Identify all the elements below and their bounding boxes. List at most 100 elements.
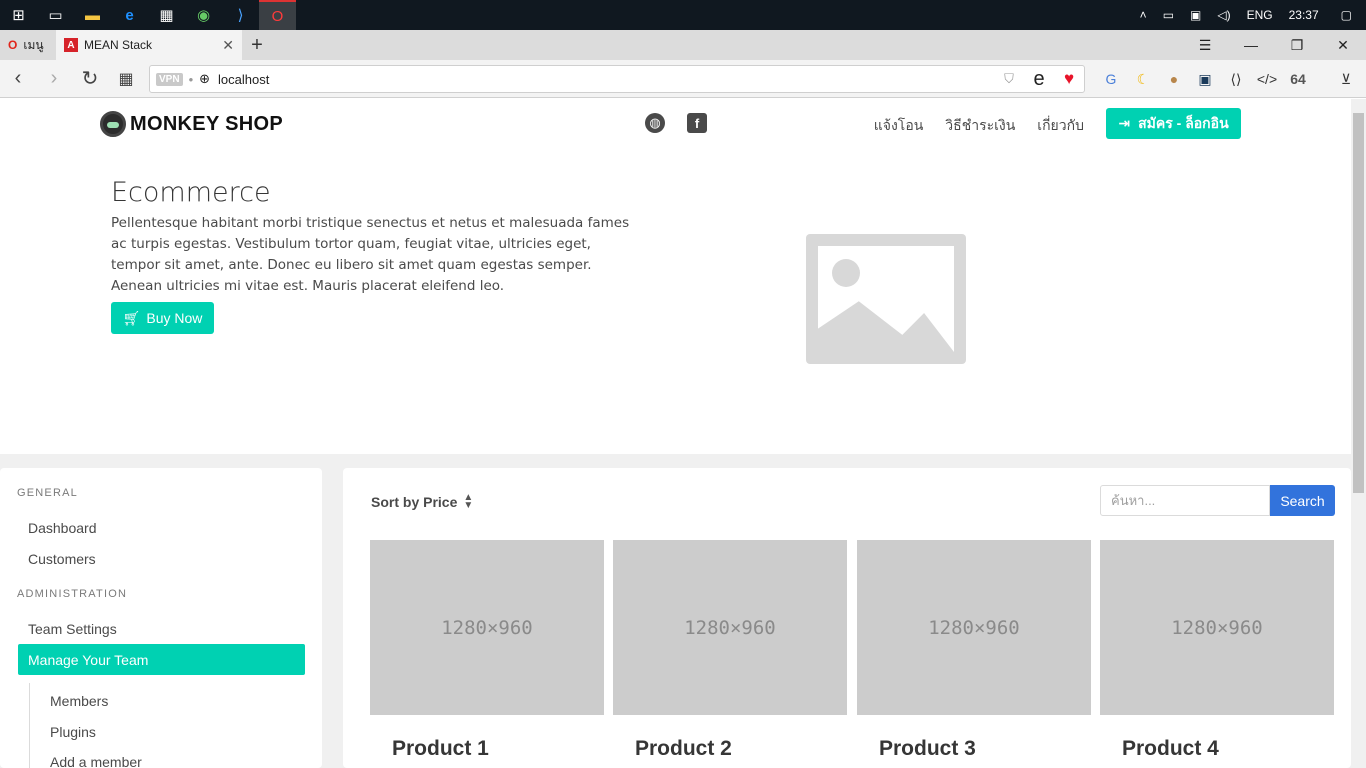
menu-label-administration: ADMINISTRATION	[17, 588, 128, 600]
hero-text: Pellentesque habitant morbi tristique se…	[111, 215, 630, 294]
search-button[interactable]: Search	[1270, 485, 1335, 516]
opera-logo-icon: O	[8, 38, 18, 52]
edge-extension-icon[interactable]: e	[1024, 68, 1054, 91]
browser-tab[interactable]: A MEAN Stack ✕	[56, 30, 242, 60]
nav-link-transfer[interactable]: แจ้งโอน	[874, 115, 924, 137]
signup-login-label: สมัคร - ล็อกอิน	[1138, 114, 1229, 131]
image-placeholder-icon	[806, 234, 966, 364]
speed-dial-icon[interactable]: ▦	[108, 60, 144, 98]
page-content: MONKEY SHOP ◍ f แจ้งโอน วิธีชำระเงิน เกี…	[0, 99, 1351, 768]
sidebar-subitem-members[interactable]: Members	[50, 693, 108, 709]
language-indicator[interactable]: ENG	[1239, 8, 1281, 22]
code-box-icon[interactable]: ⟨⟩	[1221, 60, 1251, 98]
window-controls: ☰ — ❐ ✕	[1182, 30, 1366, 60]
product-image[interactable]: 1280×960	[1100, 540, 1334, 715]
sort-label: Sort by Price	[371, 494, 458, 510]
close-tab-icon[interactable]: ✕	[222, 37, 234, 54]
product-image[interactable]: 1280×960	[613, 540, 847, 715]
product-name[interactable]: Product 4	[1122, 737, 1334, 761]
brand-name: MONKEY SHOP	[130, 112, 283, 135]
facebook-icon[interactable]: f	[687, 113, 707, 133]
monkey-icon	[100, 111, 126, 137]
back-icon[interactable]: ‹	[0, 60, 36, 98]
clock[interactable]: 23:37	[1281, 8, 1327, 22]
sidebar-item-team-settings[interactable]: Team Settings	[18, 613, 305, 644]
product-name[interactable]: Product 3	[879, 737, 1091, 761]
battery-icon[interactable]: ▭	[1155, 8, 1182, 22]
menu-label: เมนู	[23, 37, 44, 52]
chrome-like-icon[interactable]: ◉	[185, 0, 222, 30]
minimize-icon[interactable]: —	[1228, 30, 1274, 60]
sidebar-item-customers[interactable]: Customers	[18, 543, 305, 574]
scrollbar-thumb[interactable]	[1353, 113, 1364, 493]
volume-icon[interactable]: ◁)	[1209, 8, 1238, 22]
cookie-icon[interactable]: ●	[1159, 60, 1189, 98]
sort-icon: ▲ ▼	[463, 492, 474, 511]
notification-icon[interactable]: ▢	[1327, 8, 1366, 22]
sidebar-item-manage-team[interactable]: Manage Your Team	[18, 644, 305, 675]
product-name[interactable]: Product 2	[635, 737, 847, 761]
product-card[interactable]: 1280×960 Product 2	[613, 540, 847, 761]
angular-icon: A	[64, 38, 78, 52]
site-navbar: MONKEY SHOP ◍ f แจ้งโอน วิธีชำระเงิน เกี…	[0, 99, 1351, 149]
windows-start-icon[interactable]: ⊞	[0, 0, 37, 30]
nav-links: แจ้งโอน วิธีชำระเงิน เกี่ยวกับ	[874, 115, 1084, 137]
download-icon[interactable]: ⊻	[1331, 60, 1361, 98]
tab-menu-icon[interactable]: ☰	[1182, 30, 1228, 60]
submenu-divider	[29, 683, 30, 768]
product-image[interactable]: 1280×960	[857, 540, 1091, 715]
network-icon[interactable]: ▣	[1182, 8, 1209, 22]
bit64-icon[interactable]: 64	[1283, 60, 1313, 98]
cart-icon: 🛒︎	[122, 309, 141, 326]
shield-icon[interactable]: ⛉	[994, 71, 1024, 87]
browser-tabstrip: O เมนู A MEAN Stack ✕ + ☰ — ❐ ✕	[0, 30, 1366, 60]
buy-now-label: Buy Now	[146, 310, 203, 326]
product-name[interactable]: Product 1	[392, 737, 604, 761]
product-card[interactable]: 1280×960 Product 1	[370, 540, 604, 761]
code-icon[interactable]: </>	[1252, 60, 1282, 98]
hero-title: Ecommerce	[111, 177, 271, 208]
sidebar-subitem-add-member[interactable]: Add a member	[50, 754, 142, 768]
product-image[interactable]: 1280×960	[370, 540, 604, 715]
nav-link-payment[interactable]: วิธีชำระเงิน	[945, 115, 1015, 137]
github-icon[interactable]: ◍	[645, 113, 665, 133]
forward-icon[interactable]: ›	[36, 60, 72, 98]
vscode-icon[interactable]: ⟩	[222, 0, 259, 30]
task-view-icon[interactable]: ▭	[37, 0, 74, 30]
search-input[interactable]	[1100, 485, 1270, 516]
new-tab-button[interactable]: +	[242, 30, 272, 60]
separator-dot: •	[188, 71, 194, 87]
chevron-up-icon[interactable]: ˄	[1132, 8, 1155, 22]
product-card[interactable]: 1280×960 Product 4	[1100, 540, 1334, 761]
menu-label-general: GENERAL	[17, 487, 78, 499]
vpn-badge[interactable]: VPN	[156, 72, 183, 86]
sign-in-icon: ⇥	[1118, 115, 1131, 131]
windows-taskbar: ⊞ ▭ ▬ e ▦ ◉ ⟩ O ˄ ▭ ▣ ◁) ENG 23:37 ▢	[0, 0, 1366, 30]
reload-icon[interactable]: ↻	[72, 60, 108, 98]
product-card[interactable]: 1280×960 Product 3	[857, 540, 1091, 761]
translate-icon[interactable]: G	[1096, 60, 1126, 98]
sidebar-subitem-plugins[interactable]: Plugins	[50, 724, 96, 740]
browser-menu-button[interactable]: O เมนู	[0, 30, 56, 60]
brand-logo[interactable]: MONKEY SHOP	[100, 111, 283, 137]
file-explorer-icon[interactable]: ▬	[74, 0, 111, 30]
store-icon[interactable]: ▦	[148, 0, 185, 30]
sort-by-price[interactable]: Sort by Price ▲ ▼	[371, 492, 474, 511]
url-text[interactable]: localhost	[218, 72, 269, 87]
buy-now-button[interactable]: 🛒︎ Buy Now	[111, 302, 214, 334]
moon-icon[interactable]: ☾	[1128, 60, 1158, 98]
heart-icon[interactable]: ♥	[1054, 69, 1084, 89]
address-bar[interactable]: VPN • ⊕ localhost ⛉ e ♥	[149, 65, 1085, 93]
sidebar-item-dashboard[interactable]: Dashboard	[18, 512, 305, 543]
nav-link-about[interactable]: เกี่ยวกับ	[1037, 115, 1084, 137]
edge-icon[interactable]: e	[111, 0, 148, 30]
close-window-icon[interactable]: ✕	[1320, 30, 1366, 60]
opera-icon[interactable]: O	[259, 0, 296, 30]
page-scrollbar[interactable]	[1351, 99, 1366, 768]
image-extension-icon[interactable]: ▣	[1190, 60, 1220, 98]
tab-title: MEAN Stack	[84, 38, 153, 52]
address-toolbar: ‹ › ↻ ▦ VPN • ⊕ localhost ⛉ e ♥ G ☾ ● ▣ …	[0, 60, 1366, 98]
maximize-icon[interactable]: ❐	[1274, 30, 1320, 60]
system-tray: ˄ ▭ ▣ ◁) ENG 23:37 ▢	[1132, 0, 1366, 30]
signup-login-button[interactable]: ⇥ สมัคร - ล็อกอิน	[1106, 108, 1241, 139]
